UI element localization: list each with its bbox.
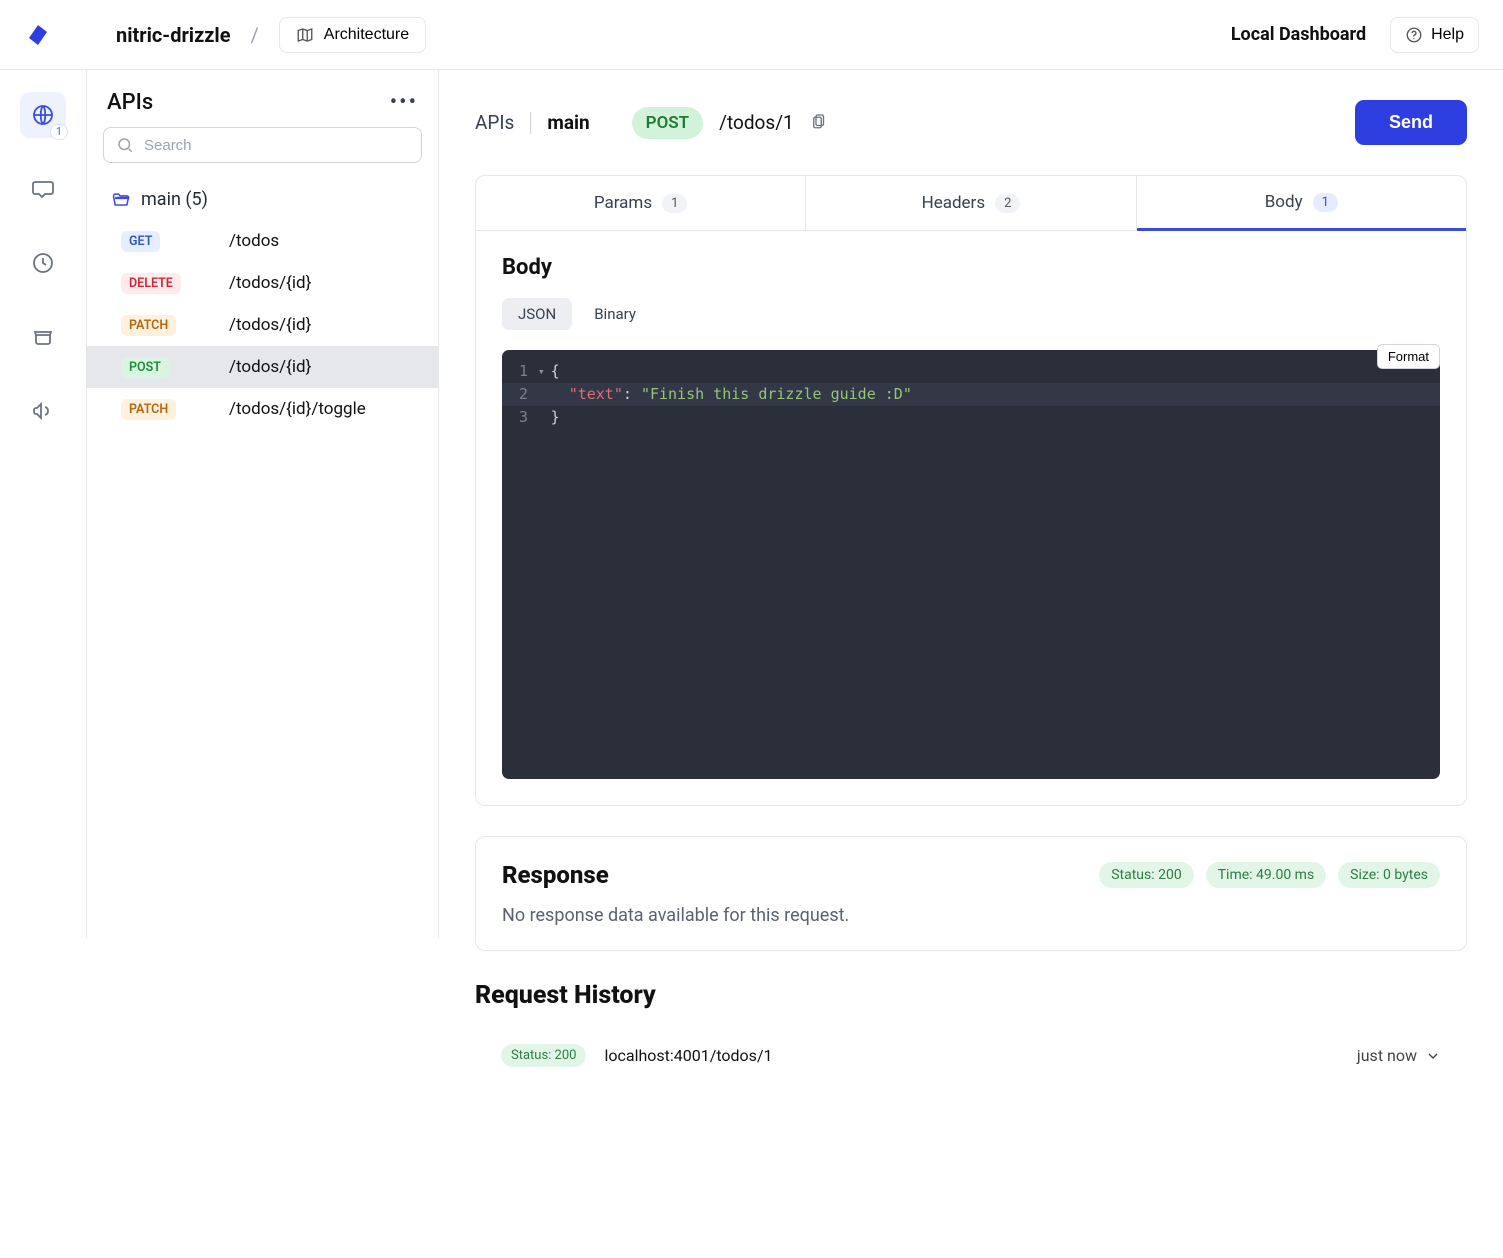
nav-rail: 1 [0,70,86,1258]
code-text: { [551,360,560,383]
body-title: Body [502,255,1440,280]
local-dashboard-title: Local Dashboard [1231,24,1366,45]
project-name: nitric-drizzle [116,23,231,47]
main: APIs main POST /todos/1 Send Params 1 [439,70,1503,1258]
history-path: localhost:4001/todos/1 [604,1046,772,1065]
history-title: Request History [475,981,1467,1010]
tab-label: Body [1265,192,1303,212]
endpoint-path: /todos [229,231,279,251]
endpoint-path: /todos/{id} [229,273,311,293]
request-card: Params 1 Headers 2 Body 1 Body JSON Bina… [475,175,1467,806]
body-subtabs: JSON Binary [502,298,1440,330]
history-time: just now [1357,1046,1441,1065]
endpoint-patch-todo[interactable]: PATCH /todos/{id} [99,304,426,346]
architecture-label: Architecture [324,26,409,44]
method-badge: GET [121,231,160,252]
code-text: "text": "Finish this drizzle guide :D" [551,383,912,406]
globe-icon [31,103,55,127]
breadcrumb-slash: / [251,23,259,47]
chevron-down-icon [1425,1048,1441,1064]
tab-headers[interactable]: Headers 2 [806,176,1136,230]
topbar: nitric-drizzle / Architecture Local Dash… [0,0,1503,70]
folder-open-icon [111,190,131,210]
line-number: 1 [502,360,538,383]
endpoint-path: /todos/{id}/toggle [229,399,366,419]
help-icon [1405,26,1423,44]
method-badge: DELETE [121,273,181,294]
endpoint-delete-todo[interactable]: DELETE /todos/{id} [99,262,426,304]
rail-messages[interactable] [20,166,66,212]
endpoint-get-todos[interactable]: GET /todos [99,220,426,262]
rail-schedules[interactable] [20,240,66,286]
tab-count: 2 [995,194,1020,213]
crumb-apis: APIs [475,111,514,134]
sidebar-title: APIs [107,90,153,115]
line-number: 2 [502,383,538,406]
code-text: } [551,406,560,429]
app-logo [22,19,54,51]
tab-body[interactable]: Body 1 [1137,176,1466,231]
response-status-chip: Status: 200 [1099,862,1194,888]
response-time-chip: Time: 49.00 ms [1206,862,1326,888]
tab-count: 1 [662,194,687,213]
send-button[interactable]: Send [1355,100,1467,145]
folder-main[interactable]: main (5) [99,179,426,220]
history-item[interactable]: Status: 200 localhost:4001/todos/1 just … [475,1032,1467,1079]
tab-label: Headers [922,193,986,213]
response-card: Response Status: 200 Time: 49.00 ms Size… [475,836,1467,951]
rail-apis[interactable]: 1 [20,92,66,138]
method-badge: PATCH [121,315,176,336]
clock-icon [31,251,55,275]
folder-label: main (5) [141,189,208,210]
fold-icon[interactable]: ▾ [538,360,551,383]
line-number: 3 [502,406,538,429]
format-button[interactable]: Format [1377,344,1440,369]
method-badge: POST [121,357,169,378]
sidebar-menu-button[interactable]: ••• [390,90,418,115]
request-tabs: Params 1 Headers 2 Body 1 [476,176,1466,231]
json-editor[interactable]: 1 ▾ { 2 ▾ "text": "Finish this drizzle g… [502,350,1440,779]
rail-apis-badge: 1 [50,124,68,140]
subtab-json[interactable]: JSON [502,298,572,330]
rail-events[interactable] [20,388,66,434]
copy-path-button[interactable] [810,112,828,134]
tab-count: 1 [1313,193,1338,212]
request-method: POST [632,107,703,139]
subtab-binary[interactable]: Binary [578,298,652,330]
clipboard-icon [810,112,828,130]
endpoint-post-todo[interactable]: POST /todos/{id} [87,346,438,388]
architecture-button[interactable]: Architecture [279,17,426,53]
response-message: No response data available for this requ… [502,905,1440,926]
editor-wrap: Format 1 ▾ { 2 ▾ "text": "Finish this dr… [502,350,1440,779]
box-icon [31,325,55,349]
crumb-service: main [547,111,589,134]
map-icon [296,26,314,44]
apis-sidebar: APIs ••• main (5) GET /todos DELETE /tod… [86,70,439,938]
chat-icon [31,177,55,201]
megaphone-icon [31,399,55,423]
search-input[interactable] [144,137,409,154]
request-path: /todos/1 [719,111,794,134]
help-button[interactable]: Help [1390,17,1479,53]
help-label: Help [1431,26,1464,44]
search-icon [116,136,134,154]
rail-storage[interactable] [20,314,66,360]
method-badge: PATCH [121,399,176,420]
tab-params[interactable]: Params 1 [476,176,806,230]
endpoint-path: /todos/{id} [229,357,311,377]
endpoint-patch-toggle[interactable]: PATCH /todos/{id}/toggle [99,388,426,430]
tab-label: Params [594,193,652,213]
search-input-wrap[interactable] [103,127,422,163]
history-status: Status: 200 [501,1044,586,1067]
endpoint-path: /todos/{id} [229,315,311,335]
request-line: APIs main POST /todos/1 Send [475,100,1467,145]
response-title: Response [502,861,609,889]
crumb-divider [530,112,531,134]
response-size-chip: Size: 0 bytes [1338,862,1440,888]
